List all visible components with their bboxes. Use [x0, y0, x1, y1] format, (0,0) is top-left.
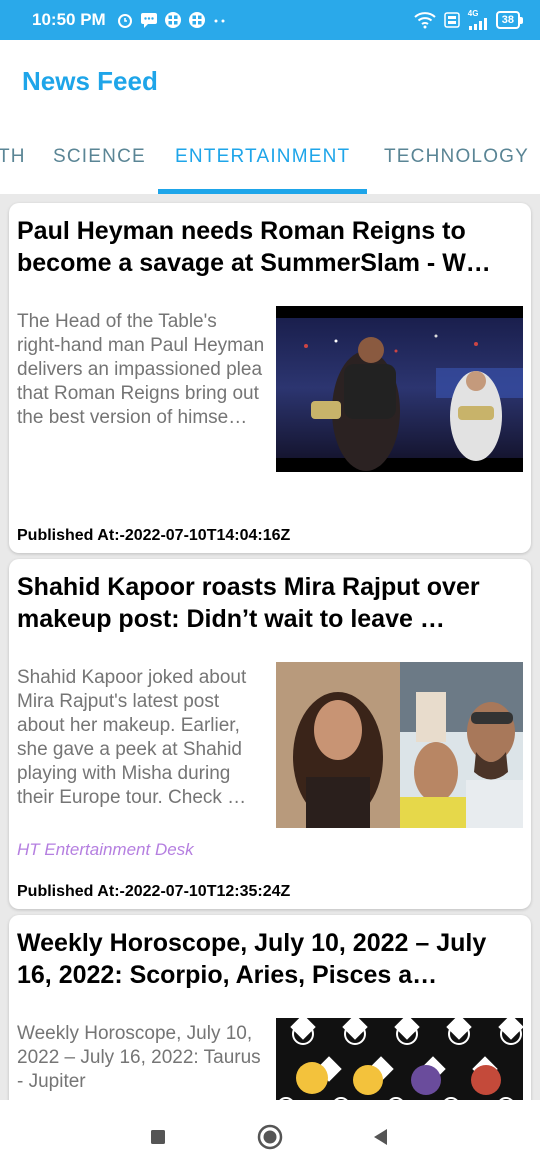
news-feed-list[interactable]: Paul Heyman needs Roman Reigns to become… [0, 194, 540, 1100]
battery-indicator: 38 [495, 11, 524, 29]
article-card[interactable]: Paul Heyman needs Roman Reigns to become… [9, 203, 531, 553]
home-button[interactable] [257, 1124, 283, 1150]
article-image[interactable] [276, 662, 523, 828]
more-notifications-icon [212, 11, 228, 29]
article-description: The Head of the Table's right-hand man P… [17, 311, 265, 428]
article-description: Shahid Kapoor joked about Mira Rajput's … [17, 667, 247, 808]
app-bar: News Feed [0, 40, 540, 122]
tab-science[interactable]: SCIENCE [53, 146, 146, 168]
system-icons: 4G 38 [414, 10, 524, 30]
article-card[interactable]: Weekly Horoscope, July 10, 2022 – July 1… [9, 915, 531, 1100]
article-published-date: Published At:-2022-07-10T14:04:16Z [17, 527, 291, 544]
tab-health[interactable]: TH [0, 146, 26, 168]
wifi-icon [414, 11, 436, 29]
tab-technology[interactable]: TECHNOLOGY [384, 146, 529, 168]
system-navigation-bar [0, 1100, 540, 1170]
cellular-signal-icon: 4G [468, 10, 488, 30]
article-title: Paul Heyman needs Roman Reigns to become… [17, 217, 491, 277]
tab-entertainment[interactable]: ENTERTAINMENT [175, 146, 350, 168]
app-grid-icon [164, 11, 182, 29]
category-tabs: TH SCIENCE ENTERTAINMENT TECHNOLOGY [0, 122, 540, 194]
article-image[interactable] [276, 306, 523, 472]
article-description: Weekly Horoscope, July 10, 2022 – July 1… [17, 1023, 261, 1092]
network-type: 4G [467, 9, 479, 18]
article-author: HT Entertainment Desk [17, 840, 194, 859]
article-title: Weekly Horoscope, July 10, 2022 – July 1… [17, 929, 487, 989]
status-time: 10:50 PM [32, 10, 106, 29]
battery-level: 38 [501, 14, 514, 26]
article-title: Shahid Kapoor roasts Mira Rajput over ma… [17, 573, 480, 633]
article-published-date: Published At:-2022-07-10T12:35:24Z [17, 883, 291, 900]
recent-apps-button[interactable] [145, 1124, 171, 1150]
article-image[interactable] [276, 1018, 523, 1100]
volte-icon [444, 11, 460, 29]
message-icon [140, 11, 158, 29]
status-bar: 10:50 PM 4G 38 [0, 0, 540, 40]
back-button[interactable] [368, 1124, 394, 1150]
notification-icons [116, 11, 228, 29]
alarm-icon [116, 11, 134, 29]
article-card[interactable]: Shahid Kapoor roasts Mira Rajput over ma… [9, 559, 531, 909]
app-title: News Feed [22, 65, 158, 96]
app-grid-icon [188, 11, 206, 29]
